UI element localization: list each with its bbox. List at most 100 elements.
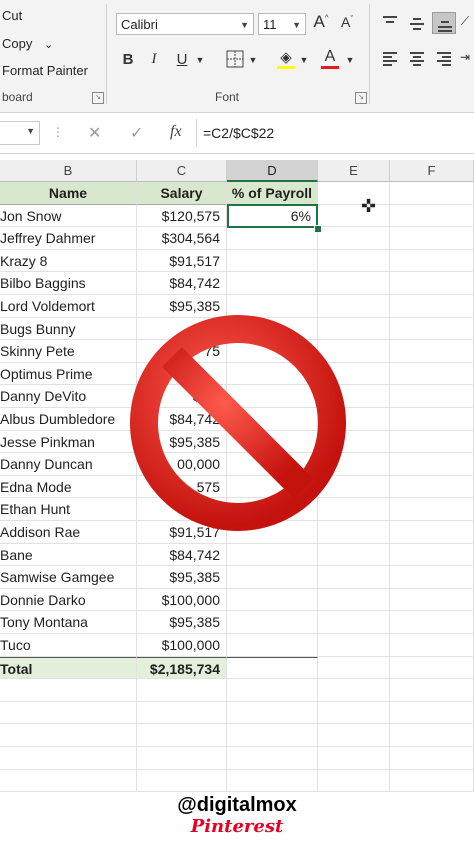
cut-button[interactable]: Cut bbox=[2, 8, 22, 23]
column-header-f[interactable]: F bbox=[390, 160, 474, 182]
name-cell[interactable]: Tuco bbox=[0, 634, 137, 657]
chevron-down-icon[interactable]: ▼ bbox=[194, 55, 206, 65]
enter-icon[interactable]: ✓ bbox=[130, 123, 143, 143]
empty-cell[interactable] bbox=[318, 611, 390, 634]
empty-cell[interactable] bbox=[390, 588, 474, 612]
empty-cell[interactable] bbox=[390, 769, 474, 793]
empty-cell[interactable] bbox=[137, 701, 227, 725]
fill-handle[interactable] bbox=[314, 225, 322, 233]
empty-cell[interactable] bbox=[390, 611, 474, 634]
empty-cell[interactable] bbox=[318, 679, 390, 702]
name-cell[interactable]: Ethan Hunt bbox=[0, 498, 137, 521]
empty-cell[interactable] bbox=[318, 227, 390, 250]
clipboard-launcher-icon[interactable]: ↘ bbox=[92, 92, 104, 104]
cancel-icon[interactable]: ✕ bbox=[88, 123, 101, 143]
table-header-cell[interactable]: % of Payroll bbox=[227, 182, 318, 205]
empty-cell[interactable] bbox=[390, 385, 474, 408]
column-header-b[interactable]: B bbox=[0, 160, 137, 182]
empty-cell[interactable] bbox=[227, 724, 318, 747]
empty-cell[interactable] bbox=[0, 679, 137, 702]
percent-cell[interactable] bbox=[227, 588, 318, 612]
empty-cell[interactable] bbox=[0, 769, 137, 793]
align-left-button[interactable] bbox=[378, 48, 402, 70]
copy-chevron-icon[interactable]: ⌄ bbox=[44, 39, 53, 51]
empty-cell[interactable] bbox=[318, 634, 390, 657]
empty-cell[interactable] bbox=[390, 543, 474, 567]
empty-cell[interactable] bbox=[227, 769, 318, 793]
orientation-icon[interactable]: ⟋ bbox=[458, 14, 472, 29]
underline-button[interactable]: U bbox=[172, 51, 192, 68]
font-color-button[interactable]: A bbox=[318, 48, 342, 69]
empty-cell[interactable] bbox=[318, 543, 390, 567]
middle-align-button[interactable] bbox=[405, 12, 429, 34]
name-cell[interactable]: Edna Mode bbox=[0, 475, 137, 499]
name-cell[interactable]: Donnie Darko bbox=[0, 588, 137, 612]
empty-cell[interactable] bbox=[227, 679, 318, 702]
align-right-button[interactable] bbox=[432, 48, 456, 70]
empty-cell[interactable] bbox=[390, 204, 474, 228]
empty-cell[interactable] bbox=[227, 747, 318, 770]
empty-cell[interactable] bbox=[0, 747, 137, 770]
empty-cell[interactable] bbox=[318, 272, 390, 295]
empty-cell[interactable] bbox=[137, 769, 227, 793]
italic-button[interactable]: I bbox=[144, 51, 164, 68]
column-header-e[interactable]: E bbox=[318, 160, 390, 182]
salary-cell[interactable]: $100,000 bbox=[137, 588, 227, 612]
name-cell[interactable]: Bugs Bunny bbox=[0, 317, 137, 341]
font-name-dropdown[interactable]: Calibri ▼ bbox=[116, 13, 254, 35]
column-header-c[interactable]: C bbox=[137, 160, 227, 182]
copy-button[interactable]: Copy ⌄ bbox=[2, 36, 53, 51]
insert-function-icon[interactable]: fx bbox=[170, 123, 182, 141]
empty-cell[interactable] bbox=[227, 656, 318, 680]
percent-cell[interactable] bbox=[227, 611, 318, 634]
name-cell[interactable]: Tony Montana bbox=[0, 611, 137, 634]
shrink-font-button[interactable]: Aˇ bbox=[336, 14, 358, 30]
percent-cell[interactable] bbox=[227, 272, 318, 295]
empty-cell[interactable] bbox=[137, 747, 227, 770]
fill-color-button[interactable]: ◈ bbox=[274, 48, 298, 69]
empty-cell[interactable] bbox=[390, 340, 474, 363]
name-cell[interactable]: Jesse Pinkman bbox=[0, 430, 137, 454]
name-cell[interactable]: Krazy 8 bbox=[0, 249, 137, 273]
empty-cell[interactable] bbox=[390, 295, 474, 318]
empty-cell[interactable] bbox=[390, 272, 474, 295]
name-cell[interactable]: Samwise Gamgee bbox=[0, 566, 137, 589]
empty-cell[interactable] bbox=[390, 701, 474, 725]
empty-cell[interactable] bbox=[390, 634, 474, 657]
empty-cell[interactable] bbox=[318, 566, 390, 589]
name-cell[interactable]: Bilbo Baggins bbox=[0, 272, 137, 295]
empty-cell[interactable] bbox=[137, 724, 227, 747]
font-size-dropdown[interactable]: 11 ▼ bbox=[258, 13, 306, 35]
empty-cell[interactable] bbox=[318, 249, 390, 273]
salary-cell[interactable]: $95,385 bbox=[137, 566, 227, 589]
chevron-down-icon[interactable]: ▼ bbox=[26, 126, 35, 136]
name-cell[interactable]: Skinny Pete bbox=[0, 340, 137, 363]
bottom-align-button[interactable] bbox=[432, 12, 456, 34]
name-cell[interactable]: Lord Voldemort bbox=[0, 295, 137, 318]
format-painter-button[interactable]: Format Painter bbox=[2, 63, 88, 78]
empty-cell[interactable] bbox=[390, 679, 474, 702]
empty-cell[interactable] bbox=[390, 656, 474, 680]
name-cell[interactable]: Bane bbox=[0, 543, 137, 567]
name-cell[interactable]: Addison Rae bbox=[0, 521, 137, 544]
name-cell[interactable]: Danny Duncan bbox=[0, 453, 137, 476]
column-header-d[interactable]: D bbox=[227, 160, 318, 182]
empty-cell[interactable] bbox=[318, 588, 390, 612]
salary-cell[interactable]: $304,564 bbox=[137, 227, 227, 250]
empty-cell[interactable] bbox=[390, 430, 474, 454]
percent-cell[interactable] bbox=[227, 634, 318, 657]
salary-cell[interactable]: $120,575 bbox=[137, 204, 227, 228]
empty-cell[interactable] bbox=[227, 701, 318, 725]
chevron-down-icon[interactable]: ▼ bbox=[344, 55, 356, 65]
borders-button[interactable] bbox=[224, 50, 246, 72]
empty-cell[interactable] bbox=[318, 724, 390, 747]
empty-cell[interactable] bbox=[390, 227, 474, 250]
salary-cell[interactable]: $84,742 bbox=[137, 272, 227, 295]
total-salary-cell[interactable]: $2,185,734 bbox=[137, 656, 227, 680]
empty-cell[interactable] bbox=[390, 521, 474, 544]
empty-cell[interactable] bbox=[318, 769, 390, 793]
table-header-cell[interactable]: Salary bbox=[137, 182, 227, 205]
empty-cell[interactable] bbox=[390, 317, 474, 341]
formula-input[interactable]: =C2/$C$22 bbox=[196, 119, 474, 147]
total-label-cell[interactable]: Total bbox=[0, 656, 137, 680]
